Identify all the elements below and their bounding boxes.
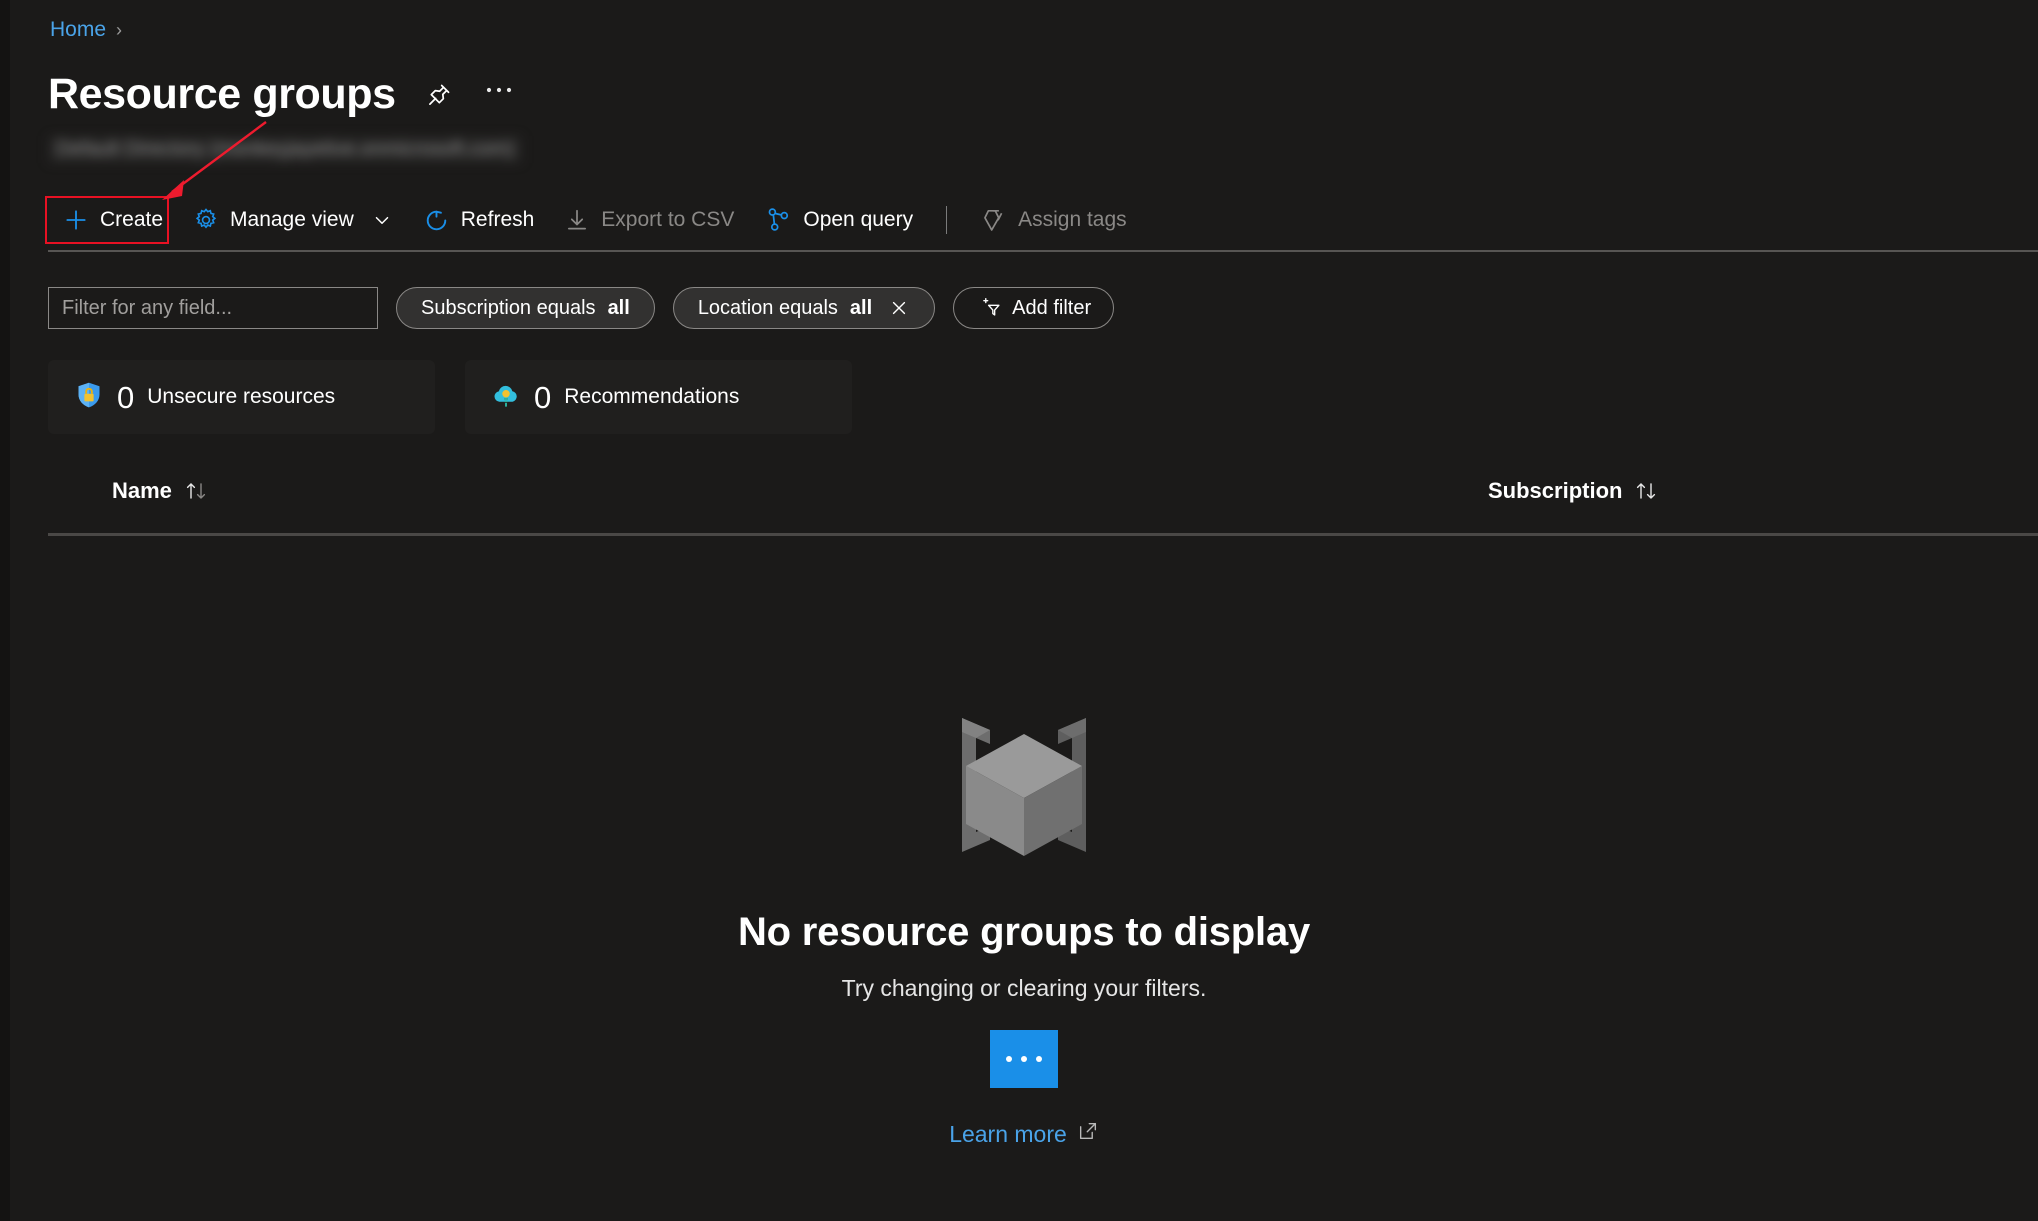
filter-bar: Subscription equals all Location equals … — [48, 287, 1115, 329]
stat-card-unsecure-resources[interactable]: 0 Unsecure resources — [48, 360, 435, 434]
filter-chip-location-prefix: Location equals — [697, 296, 838, 319]
command-bar: Create Manage view Refresh Export to CSV… — [48, 196, 1142, 244]
add-filter-icon — [980, 297, 1002, 319]
column-header-subscription[interactable]: Subscription — [1488, 478, 1660, 504]
cloud-advisor-icon — [491, 380, 521, 415]
learn-more-label: Learn more — [949, 1120, 1067, 1147]
shield-lock-icon — [74, 380, 104, 415]
stat-card-unsecure-label: Unsecure resources — [147, 385, 336, 408]
column-header-name-label: Name — [112, 478, 172, 503]
ellipsis-icon[interactable] — [482, 78, 516, 112]
empty-state: No resource groups to display Try changi… — [10, 690, 2038, 1148]
add-filter-button[interactable]: Add filter — [953, 287, 1115, 329]
export-to-csv-button[interactable]: Export to CSV — [549, 198, 749, 242]
stat-cards: 0 Unsecure resources 0 Recommendations — [48, 360, 852, 434]
title-row: Resource groups — [48, 70, 516, 119]
table-header-divider — [48, 533, 2038, 536]
filter-chip-subscription-value: all — [607, 296, 630, 319]
export-to-csv-label: Export to CSV — [601, 208, 735, 231]
chevron-right-icon: › — [116, 20, 123, 40]
page-content: Home › Resource groups Default Directory… — [10, 0, 2038, 1221]
sort-icon — [184, 479, 210, 503]
empty-state-action-button[interactable] — [990, 1030, 1058, 1088]
manage-view-label: Manage view — [230, 208, 354, 231]
stat-card-unsecure-count: 0 — [117, 379, 135, 415]
stat-card-recommendations[interactable]: 0 Recommendations — [465, 360, 852, 434]
table-header: Name Subscription — [48, 478, 2038, 532]
manage-view-button[interactable]: Manage view — [178, 198, 408, 242]
gear-icon — [193, 207, 219, 233]
directory-subtitle-redacted: Default Directory (monkeyjayetive.onmicr… — [48, 136, 522, 163]
empty-state-subtitle: Try changing or clearing your filters. — [841, 975, 1207, 1001]
azure-portal-resource-groups-page: Home › Resource groups Default Directory… — [0, 0, 2038, 1221]
close-icon[interactable] — [888, 297, 910, 319]
breadcrumb: Home › — [50, 18, 122, 42]
download-icon — [564, 207, 590, 233]
sort-icon — [1634, 479, 1660, 503]
create-button[interactable]: Create — [48, 198, 178, 242]
external-link-icon — [1077, 1120, 1099, 1148]
breadcrumb-home-link[interactable]: Home — [50, 18, 106, 42]
add-filter-label: Add filter — [1012, 296, 1092, 319]
command-bar-divider — [946, 206, 948, 234]
page-title: Resource groups — [48, 70, 396, 118]
loading-dot — [1021, 1056, 1027, 1062]
tag-icon — [980, 207, 1007, 234]
left-rail — [0, 0, 10, 1221]
assign-tags-button[interactable]: Assign tags — [965, 198, 1142, 242]
empty-state-title: No resource groups to display — [737, 910, 1311, 954]
plus-icon — [63, 207, 89, 233]
refresh-button[interactable]: Refresh — [408, 198, 550, 242]
loading-dot — [1006, 1056, 1012, 1062]
learn-more-link[interactable]: Learn more — [949, 1120, 1099, 1148]
column-header-name[interactable]: Name — [112, 478, 210, 504]
refresh-icon — [423, 207, 450, 234]
loading-dot — [1036, 1056, 1042, 1062]
refresh-label: Refresh — [460, 208, 535, 231]
open-query-label: Open query — [803, 208, 914, 231]
create-button-label: Create — [100, 208, 164, 231]
pin-icon[interactable] — [422, 78, 456, 112]
filter-search-input[interactable] — [48, 287, 378, 329]
filter-chip-location[interactable]: Location equals all — [672, 287, 936, 329]
query-graph-icon — [764, 206, 792, 234]
filter-chip-subscription-prefix: Subscription equals — [421, 296, 596, 319]
filter-chip-location-value: all — [849, 296, 873, 319]
command-bar-bottom-divider — [48, 250, 2038, 252]
filter-chip-subscription[interactable]: Subscription equals all — [396, 287, 655, 329]
resource-cube-icon — [924, 690, 1124, 880]
open-query-button[interactable]: Open query — [749, 198, 928, 242]
column-header-subscription-label: Subscription — [1488, 478, 1623, 503]
stat-card-recommendations-label: Recommendations — [564, 385, 740, 408]
stat-card-recommendations-count: 0 — [534, 379, 552, 415]
assign-tags-label: Assign tags — [1018, 208, 1127, 231]
chevron-down-icon — [371, 209, 393, 231]
